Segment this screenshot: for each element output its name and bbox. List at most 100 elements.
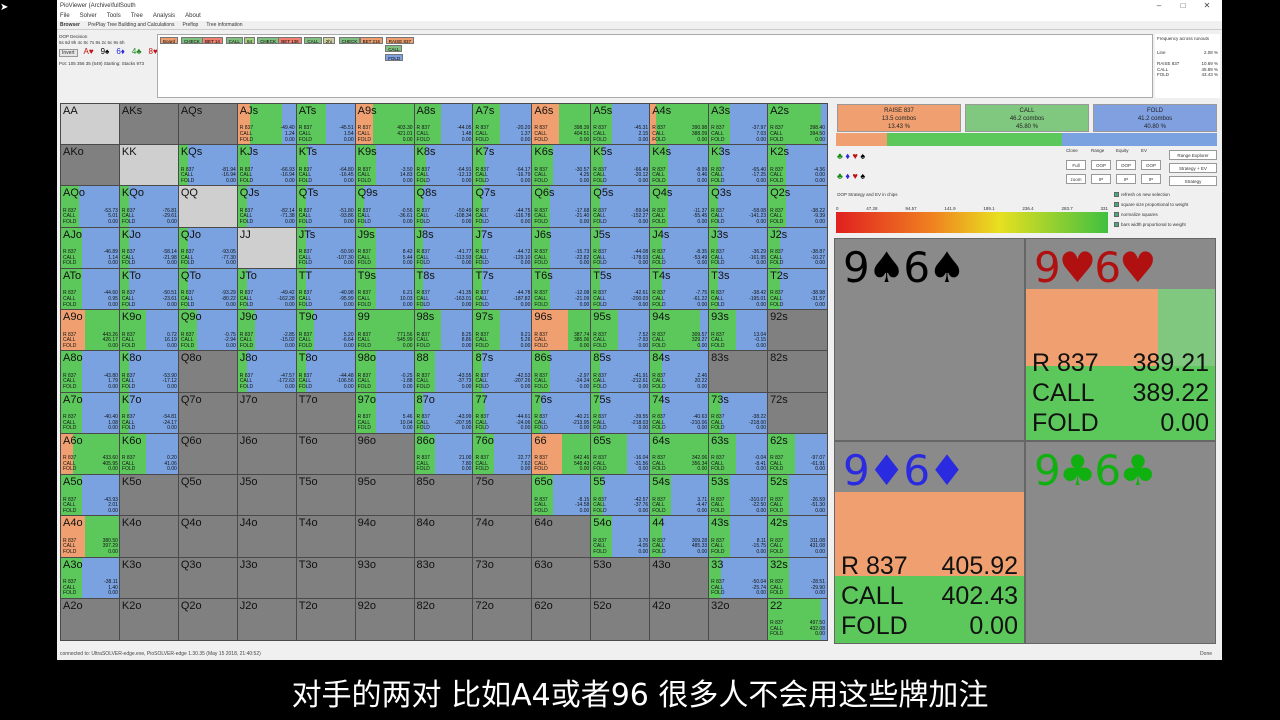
hand-cell[interactable]: K4o [118,515,180,559]
hand-cell[interactable]: 92o [354,597,416,641]
hand-cell[interactable]: 83o [413,556,475,600]
hand-cell[interactable]: 43o [649,556,711,600]
hand-cell[interactable]: R 837 309.28 CALL 485.33 FOLD 0.00 44 [649,515,711,559]
hand-cell[interactable]: R 837 22.77 CALL 7.62 FOLD 0.00 76o [472,432,534,477]
hand-cell[interactable]: R 837 -44.05 CALL 1.48 FOLD 0.00 A8s [413,102,475,147]
hand-cell[interactable]: K5o [118,474,180,518]
menu-tree[interactable]: Tree [131,13,143,19]
hand-cell[interactable]: AKo [60,144,121,188]
hand-cell[interactable]: R 837 387.74 CALL 385.06 FOLD 0.00 96s [531,309,593,353]
hand-cell[interactable]: R 837 0.20 CALL 41.06 FOLD 0.00 K6o [118,432,180,477]
hand-cell[interactable]: Q7o [177,391,239,435]
hand-cell[interactable]: T3o [295,556,357,600]
combo-box[interactable]: 9♠6♠ [834,238,1025,441]
hand-cell[interactable]: R 837 -44.08 CALL -178.03 FOLD 0.00 J5s [590,226,652,270]
view-button[interactable]: Full [1066,160,1086,170]
hand-cell[interactable]: Q6o [177,432,239,477]
checkbox-icon[interactable] [1114,192,1119,197]
hand-cell[interactable]: Q8o [177,350,239,394]
hand-cell[interactable]: 32o [708,597,770,641]
tab-preplay[interactable]: PrePlay Tree Building and Calculations [88,22,174,28]
hand-cell[interactable]: R 837 497.50 CALL 432.08 FOLD 0.00 22 [767,597,828,641]
hand-cell[interactable]: R 837 -39.55 CALL -218.03 FOLD 0.00 75s [590,391,652,435]
hand-cell[interactable]: R 837 -42.53 CALL -207.26 FOLD 0.00 87s [472,350,534,394]
view-button[interactable]: OOP [1116,160,1136,170]
hand-cell[interactable]: R 837 -0.25 CALL -1.88 FOLD 0.00 98o [354,350,416,394]
hand-cell[interactable]: R 837 398.39 CALL 404.51 FOLD 0.00 A6s [531,102,593,147]
hand-cell[interactable]: R 837 -40.21 CALL -213.95 FOLD 0.00 76s [531,391,593,435]
hand-cell[interactable]: J5o [236,474,298,518]
minimize-icon[interactable]: – [1147,0,1171,11]
hand-cell[interactable]: R 837 2.46 CALL 20.22 FOLD 0.00 84s [649,350,711,394]
hand-cell[interactable]: R 837 -64.17 CALL -16.79 FOLD 0.00 K7s [472,144,534,188]
view-button[interactable]: OOP [1141,160,1161,170]
hand-cell[interactable]: R 837 -50.51 CALL -23.61 FOLD 0.00 KTo [118,267,180,312]
tree-node[interactable]: CALL [304,37,322,44]
hand-cell[interactable]: AA [60,102,121,147]
game-tree-view[interactable]: Board CHECK BET 14 CALL 64 CHECK BET 136 CALL 2h… [157,34,1153,98]
hand-cell[interactable]: R 837 -2.97 CALL -24.24 FOLD 0.00 86s [531,350,593,394]
hand-cell[interactable]: R 837 3.71 CALL -4.47 FOLD 0.00 54s [649,474,711,518]
option-checkbox[interactable]: normalize squares [1114,212,1158,217]
action-box[interactable]: RAISE 837 13.5 combos 13.43 % [837,104,961,132]
hand-cell[interactable]: R 837 -58.14 CALL -21.98 FOLD 0.00 KJo [118,226,180,270]
combo-box[interactable]: 9♣6♣ [1025,441,1216,644]
hand-cell[interactable]: R 837 -42.61 CALL -200.03 FOLD 0.00 T5s [590,267,652,312]
invert-button[interactable]: Invert [59,49,78,57]
tree-node[interactable]: 2hi [322,37,335,44]
hand-cell[interactable]: 95o [354,474,416,518]
tab-browser[interactable]: Browser [60,22,80,28]
hand-cell[interactable]: Q2o [177,597,239,641]
strategy-button[interactable]: Strategy [1169,176,1217,186]
hand-cell[interactable]: 42o [649,597,711,641]
hand-cell[interactable]: R 837 -41.77 CALL -113.93 FOLD 0.00 J8s [413,226,475,270]
hand-cell[interactable]: R 837 -66.49 CALL -20.12 FOLD 0.00 K5s [590,144,652,188]
hand-cell[interactable]: R 837 -17.68 CALL -21.40 FOLD 0.00 Q6s [531,185,593,229]
hand-cell[interactable]: R 837 -28.51 CALL -29.90 FOLD 0.00 32s [767,556,828,600]
hand-cell[interactable]: R 837 -38.22 CALL -9.39 FOLD 0.00 Q2s [767,185,828,229]
hand-cell[interactable]: R 837 771.56 CALL 545.99 FOLD 0.00 99 [354,309,416,353]
suit-filter-row-2[interactable]: ♣ ♦ ♥ ♠ [837,171,865,181]
view-button[interactable]: zoom [1066,174,1086,184]
hand-cell[interactable]: Q3o [177,556,239,600]
hand-cell[interactable]: Q5o [177,474,239,518]
hand-cell[interactable]: 82o [413,597,475,641]
tree-node[interactable]: CHECK [257,37,279,44]
hand-cell[interactable]: R 837 3.70 CALL -4.05 FOLD 0.00 54o [590,515,652,559]
hand-cell[interactable]: R 837 -16.04 CALL -31.56 FOLD 0.00 65s [590,432,652,477]
hand-cell[interactable]: KK [118,144,180,188]
hand-cell[interactable]: 94o [354,515,416,559]
hand-cell[interactable]: R 837 -11.37 CALL -55.45 FOLD 0.00 Q4s [649,185,711,229]
hand-cell[interactable]: R 837 -41.91 CALL -212.61 FOLD 0.00 85s [590,350,652,394]
hand-cell[interactable]: 63o [531,556,593,600]
hand-cell[interactable]: R 837 -310.07 CALL -22.50 FOLD 0.00 53s [708,474,770,518]
hand-cell[interactable]: R 837 13.04 CALL -0.15 FOLD 0.00 93s [708,309,770,353]
hand-cell[interactable]: R 837 -2.85 CALL -15.02 FOLD 0.00 J9o [236,309,298,353]
hand-cell[interactable]: R 837 342.06 CALL 356.34 FOLD 0.00 64s [649,432,711,477]
tree-node[interactable]: Board [160,37,179,44]
hand-cell[interactable]: R 837 -49.40 CALL 1.24 FOLD 0.00 AJs [236,102,298,147]
hand-cell[interactable]: R 837 -64.91 CALL -12.13 FOLD 0.00 K8s [413,144,475,188]
hand-cell[interactable]: R 837 -38.98 CALL -31.57 FOLD 0.00 T2s [767,267,828,312]
hand-cell[interactable]: 73o [472,556,534,600]
hand-cell[interactable]: R 837 -4.36 CALL 0.00 FOLD 0.00 K2s [767,144,828,188]
hand-cell[interactable]: R 837 -38.22 CALL -218.00 FOLD 0.00 73s [708,391,770,435]
hand-cell[interactable]: R 837 398.40 CALL 394.50 FOLD 0.00 A2s [767,102,828,147]
hand-cell[interactable]: R 837 -47.57 CALL -172.63 FOLD 0.00 J8o [236,350,298,394]
hand-cell[interactable]: AQs [177,102,239,147]
view-button[interactable]: IP [1091,174,1111,184]
hand-cell[interactable]: R 837 -40.40 CALL 1.08 FOLD 0.00 A7o [60,391,121,435]
hand-cell[interactable]: K2o [118,597,180,641]
hand-cell[interactable]: R 837 -44.72 CALL -129.10 FOLD 0.00 J7s [472,226,534,270]
hand-cell[interactable]: R 837 -3.50 CALL 14.83 FOLD 0.00 K9s [354,144,416,188]
hand-cell[interactable]: 85o [413,474,475,518]
tree-node[interactable]: BET 14 [202,37,223,44]
hand-cell[interactable]: 72o [472,597,534,641]
hand-cell[interactable]: Q4o [177,515,239,559]
tree-node[interactable]: 64 [244,37,256,44]
hand-cell[interactable]: R 837 -38.42 CALL -195.01 FOLD 0.00 T3s [708,267,770,312]
hand-cell[interactable]: R 837 -38.87 CALL -10.27 FOLD 0.00 J2s [767,226,828,270]
tab-tree-information[interactable]: Tree information [206,22,242,28]
range-explorer-button[interactable]: Range Explorer [1169,150,1217,160]
hand-cell[interactable]: 92s [767,309,828,353]
